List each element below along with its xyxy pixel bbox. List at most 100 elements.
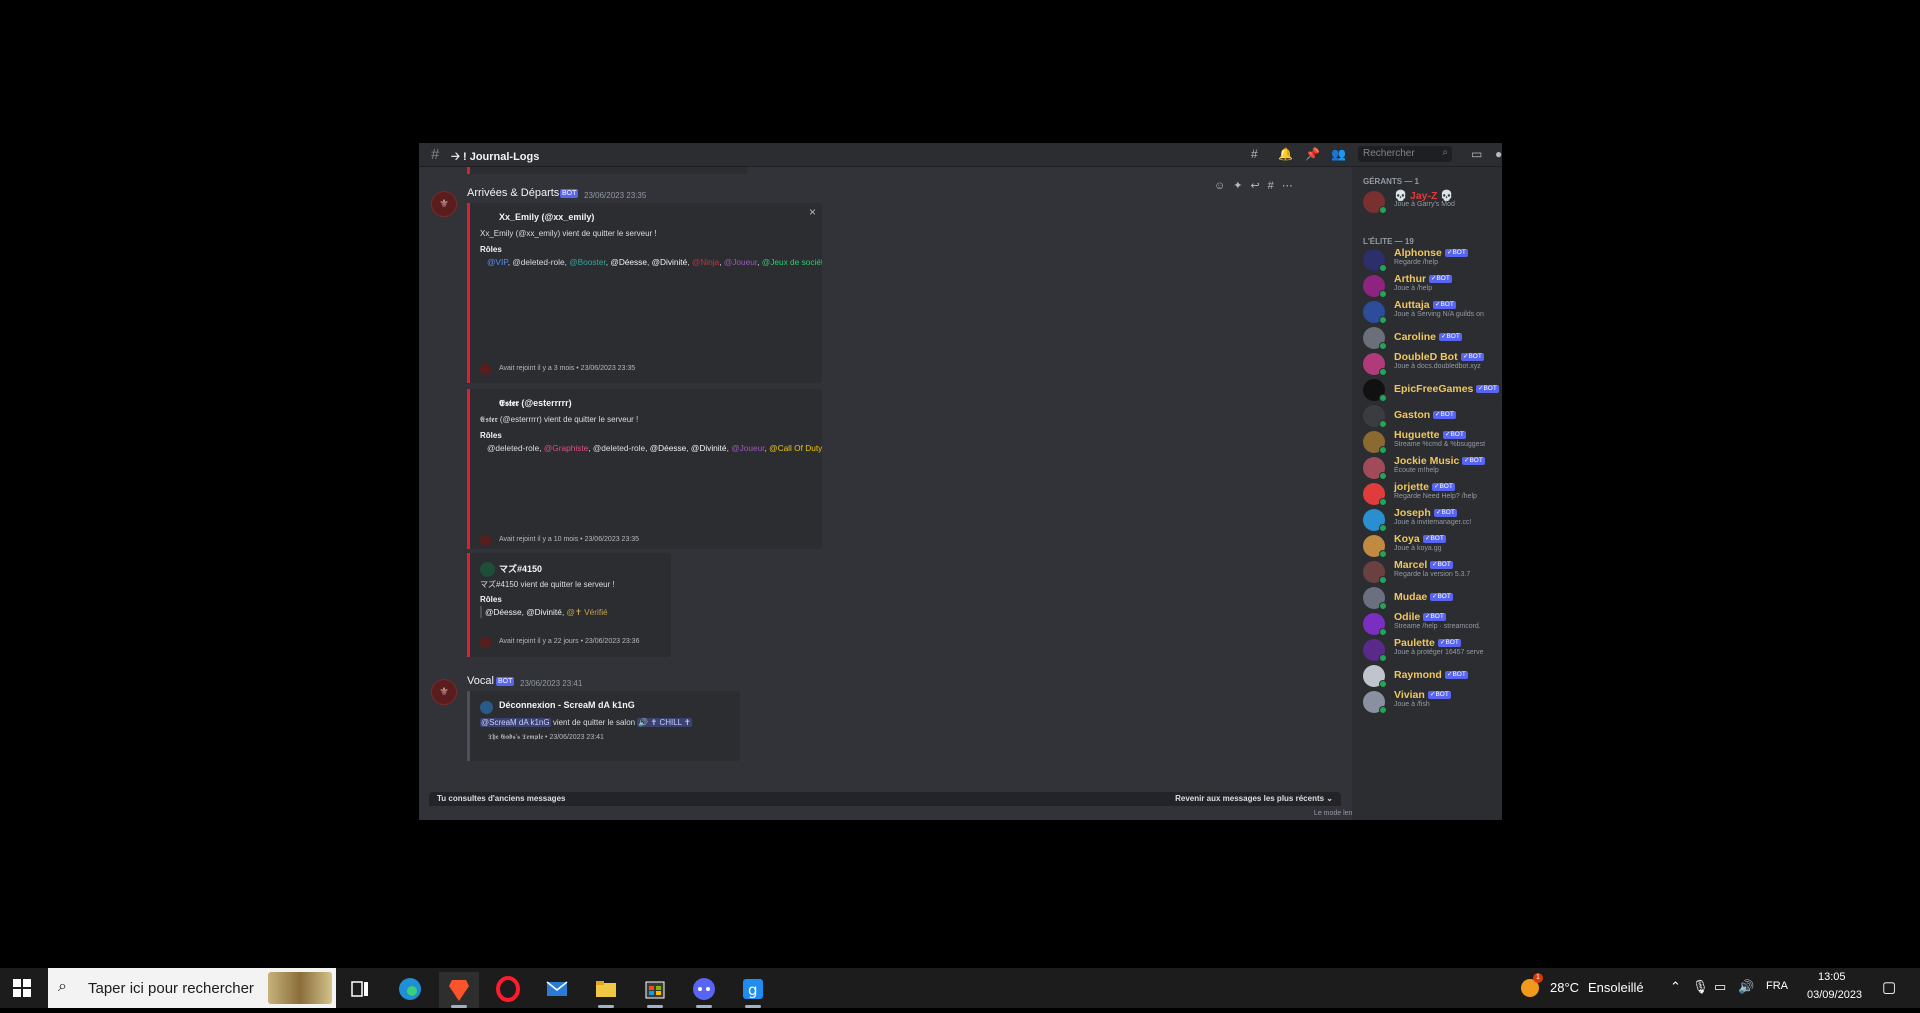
embed-footer: Avait rejoint il y a 3 mois • 23/06/2023… xyxy=(499,365,635,372)
embed-card: マズ#4150 マズ#4150 vient de quitter le serv… xyxy=(467,553,671,657)
member-activity: Joue à /help xyxy=(1394,285,1432,292)
role-mention[interactable]: @Call Of Duty xyxy=(769,443,822,453)
notification-center-icon[interactable]: ▢ xyxy=(1882,978,1896,996)
language-indicator[interactable]: FRA xyxy=(1766,980,1788,992)
role-mention[interactable]: @Booster xyxy=(569,257,606,267)
windows-start-icon[interactable] xyxy=(13,979,31,997)
role-mention[interactable]: @Divinité xyxy=(526,607,562,617)
discord-window: # 🡢 ! Journal-Logs # 🔔 📌 👥 Rechercher ⌕ … xyxy=(419,143,1502,820)
role-mention[interactable]: @Jeux de société xyxy=(762,257,822,267)
member-activity: Regarde la version 5.3.7 xyxy=(1394,571,1470,578)
role-mention[interactable]: @Ninja xyxy=(692,257,719,267)
task-view-icon[interactable] xyxy=(340,972,380,1008)
search-box[interactable]: Rechercher ⌕ xyxy=(1358,146,1452,162)
channel-header: # 🡢 ! Journal-Logs # 🔔 📌 👥 Rechercher ⌕ … xyxy=(419,143,1502,167)
previous-embed-tail xyxy=(467,167,747,174)
role-mention[interactable]: @Déesse xyxy=(485,607,522,617)
role-mention[interactable]: @Divinité xyxy=(691,443,727,453)
clock-date[interactable]: 03/09/2023 xyxy=(1807,989,1862,1001)
microphone-icon[interactable]: 🎙 xyxy=(1692,979,1709,995)
member-activity: Joue à Serving N/A guilds on xyxy=(1394,311,1484,318)
bot-tag: ✓BOT xyxy=(1476,385,1499,393)
member-name: Jockie Music xyxy=(1394,455,1459,467)
opera-icon[interactable] xyxy=(488,972,528,1008)
member-item[interactable]: Vivian✓BOTJoue à /fish xyxy=(1363,689,1502,719)
pin-icon[interactable]: 📌 xyxy=(1305,147,1320,161)
notification-bell-icon[interactable]: 🔔 xyxy=(1278,147,1293,161)
member-list-icon[interactable]: 👥 xyxy=(1331,147,1346,161)
jump-to-present-button[interactable]: Revenir aux messages les plus récents ⌄ xyxy=(1175,794,1333,803)
separator-text: , @deleted-role, xyxy=(508,257,569,267)
reply-icon[interactable]: ↩ xyxy=(1250,180,1267,192)
role-mention[interactable]: @Divinité xyxy=(652,257,688,267)
threads-icon[interactable]: # xyxy=(1251,147,1258,161)
online-status-icon xyxy=(1379,264,1387,272)
member-activity: Joue à protéger 16457 serve xyxy=(1394,649,1484,656)
channel-mention[interactable]: 🔊 ✝ CHILL ✝ xyxy=(637,718,691,727)
member-name: Vivian xyxy=(1394,689,1425,701)
roles-heading: Rôles xyxy=(480,245,502,254)
member-activity: Écoute m!help xyxy=(1394,467,1439,474)
search-icon: ⌕ xyxy=(58,978,67,996)
member-group-header: L'ÉLITE — 19 xyxy=(1363,237,1414,246)
bot-tag: ✓BOT xyxy=(1434,509,1457,517)
weather-condition[interactable]: Ensoleillé xyxy=(1588,980,1644,995)
role-mention[interactable]: @Déesse xyxy=(610,257,647,267)
online-status-icon xyxy=(1379,524,1387,532)
bot-avatar[interactable]: ⚜ xyxy=(431,679,457,705)
online-status-icon xyxy=(1379,628,1387,636)
add-reaction-icon[interactable]: ☺ xyxy=(1214,180,1233,192)
embed-title: Xx_Emily (@xx_emily) xyxy=(499,212,594,222)
super-reaction-icon[interactable]: ✦ xyxy=(1233,180,1250,192)
footer-avatar xyxy=(480,535,491,546)
more-icon[interactable]: ⋯ xyxy=(1282,180,1301,192)
chevron-up-icon[interactable]: ⌃ xyxy=(1670,979,1681,995)
member-activity: Joue à Garry's Mod xyxy=(1394,201,1455,208)
role-mention[interactable]: @Déesse xyxy=(650,443,687,453)
inbox-icon[interactable]: ▭ xyxy=(1471,147,1482,161)
role-mention[interactable]: @Joueur xyxy=(731,443,764,453)
member-activity: Regarde /help xyxy=(1394,259,1438,266)
close-icon[interactable]: × xyxy=(809,205,816,219)
user-mention[interactable]: @ScreaM dA k1nG xyxy=(480,718,551,727)
speaker-icon[interactable]: 🔊 xyxy=(1738,979,1754,995)
discord-icon[interactable] xyxy=(684,972,724,1008)
thread-icon[interactable]: # xyxy=(1268,180,1282,192)
edge-icon[interactable] xyxy=(390,972,430,1008)
role-mention[interactable]: @VIP xyxy=(487,257,508,267)
role-mention[interactable]: @Joueur xyxy=(724,257,757,267)
store-icon[interactable] xyxy=(635,972,675,1008)
member-activity: Joue à docs.doubledbot.xyz xyxy=(1394,363,1481,370)
clock-time[interactable]: 13:05 xyxy=(1818,971,1846,983)
online-status-icon xyxy=(1379,680,1387,688)
roles-list: @Déesse, @Divinité, @✝ Vérifié xyxy=(480,606,665,618)
role-mention[interactable]: @Graphiste xyxy=(544,443,588,453)
mail-icon[interactable] xyxy=(537,972,577,1008)
gmod-icon[interactable]: g xyxy=(733,972,773,1008)
windows-taskbar: ⌕ Taper ici pour rechercher g 1 28°C Ens… xyxy=(0,968,1920,1008)
message-author[interactable]: Arrivées & Départs xyxy=(467,187,559,199)
online-status-icon xyxy=(1379,368,1387,376)
role-mention[interactable]: @✝ Vérifié xyxy=(566,607,607,617)
weather-temperature[interactable]: 28°C xyxy=(1550,980,1579,995)
role-mention[interactable]: @deleted-role, xyxy=(487,443,544,453)
member-name: jorjette xyxy=(1394,481,1429,493)
roles-list: @deleted-role, @Graphiste, @deleted-role… xyxy=(487,442,802,454)
embed-title: 𝕰𝖘𝖙𝖊𝖗 (@esterrrrr) xyxy=(499,398,572,409)
file-explorer-icon[interactable] xyxy=(586,972,626,1008)
message-author[interactable]: Vocal xyxy=(467,675,494,687)
help-icon[interactable]: ● xyxy=(1495,147,1502,161)
bot-avatar[interactable]: ⚜ xyxy=(431,191,457,217)
message-actions-bar[interactable]: ☺✦↩#⋯ xyxy=(1214,179,1301,192)
member-item[interactable]: 💀 Jay-Z 💀Joue à Garry's Mod xyxy=(1363,189,1502,219)
online-status-icon xyxy=(1379,206,1387,214)
member-name: Raymond xyxy=(1394,669,1442,681)
battery-icon[interactable]: ▭ xyxy=(1714,979,1726,995)
member-name: Caroline xyxy=(1394,331,1436,343)
brave-icon[interactable] xyxy=(439,972,479,1008)
taskbar-search[interactable]: ⌕ Taper ici pour rechercher xyxy=(48,968,336,1008)
member-name: Odile xyxy=(1394,611,1420,623)
member-name: Paulette xyxy=(1394,637,1435,649)
embed-footer: Avait rejoint il y a 10 mois • 23/06/202… xyxy=(499,536,639,543)
roles-list: @VIP, @deleted-role, @Booster, @Déesse, … xyxy=(487,256,802,268)
